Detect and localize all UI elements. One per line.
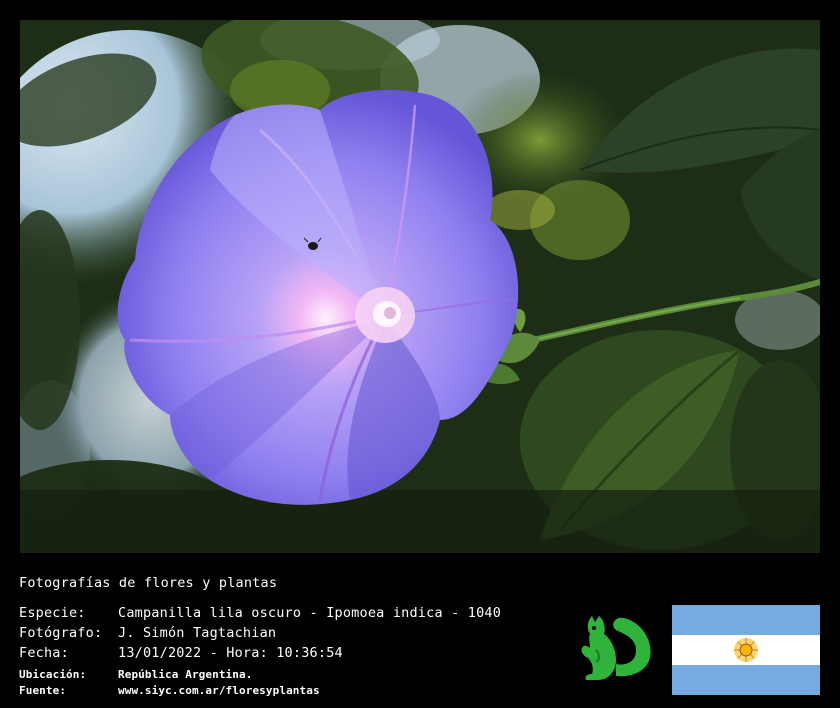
gallery-title: Fotografías de flores y plantas <box>19 575 278 591</box>
photographer-label: Fotógrafo: <box>19 625 103 641</box>
source-row: Fuente: www.siyc.com.ar/floresyplantas <box>19 684 320 697</box>
flower-photo <box>20 20 820 553</box>
green-squirrel-logo-icon <box>576 606 656 686</box>
photo-card: Fotografías de flores y plantas Especie:… <box>0 0 840 708</box>
location-row: Ubicación: República Argentina. <box>19 668 252 681</box>
species-row: Especie: Campanilla lila oscuro - Ipomoea… <box>19 605 501 621</box>
argentina-flag-icon <box>672 605 820 695</box>
date-label: Fecha: <box>19 645 69 661</box>
species-value: Campanilla lila oscuro - Ipomoea indica … <box>118 605 502 621</box>
photographer-value: J. Simón Tagtachian <box>118 625 277 641</box>
location-label: Ubicación: <box>19 668 87 681</box>
source-value: www.siyc.com.ar/floresyplantas <box>118 684 320 697</box>
source-label: Fuente: <box>19 684 67 697</box>
species-label: Especie: <box>19 605 86 621</box>
location-value: República Argentina. <box>118 668 253 681</box>
date-row: Fecha: 13/01/2022 - Hora: 10:36:54 <box>19 645 343 661</box>
photographer-row: Fotógrafo: J. Simón Tagtachian <box>19 625 276 641</box>
date-value: 13/01/2022 - Hora: 10:36:54 <box>118 645 343 661</box>
